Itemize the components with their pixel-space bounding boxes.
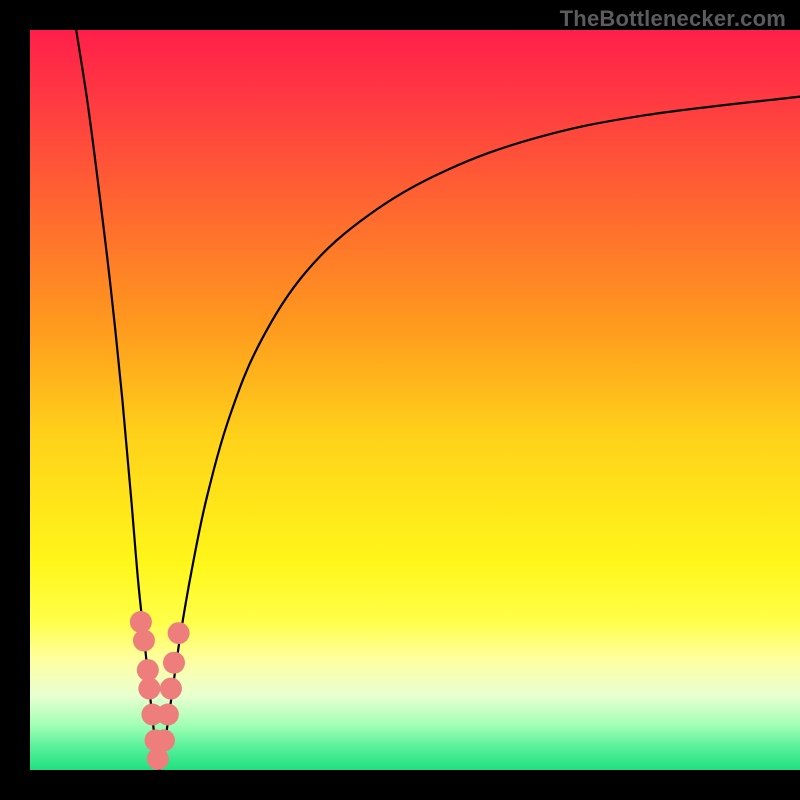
data-marker (133, 630, 155, 652)
data-marker (160, 678, 182, 700)
chart-plot (30, 30, 800, 770)
data-marker (130, 611, 152, 633)
watermark-label: TheBottlenecker.com (560, 6, 786, 32)
data-marker (138, 678, 160, 700)
chart-frame: TheBottlenecker.com (0, 0, 800, 800)
data-marker (153, 729, 175, 751)
data-marker (168, 622, 190, 644)
data-marker (157, 704, 179, 726)
data-marker (163, 652, 185, 674)
